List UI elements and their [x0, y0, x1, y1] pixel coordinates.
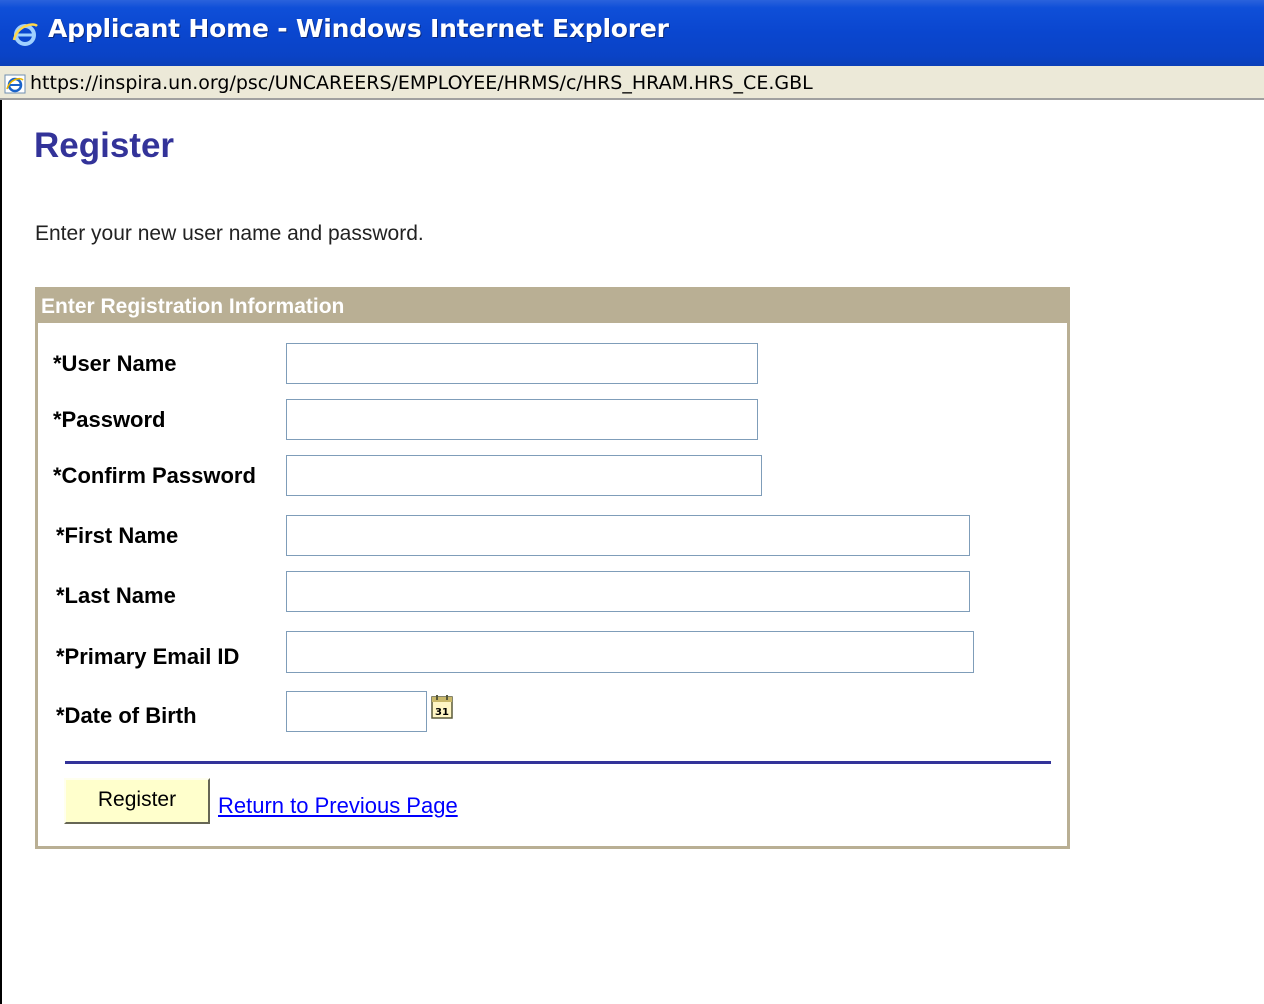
- section-divider: [65, 761, 1051, 764]
- instructions-text: Enter your new user name and password.: [35, 222, 424, 245]
- last-name-label: *Last Name: [56, 583, 176, 608]
- user-name-label: *User Name: [53, 351, 177, 376]
- confirm-password-label: *Confirm Password: [53, 463, 256, 488]
- register-button[interactable]: Register: [64, 778, 210, 824]
- calendar-day-text: 31: [435, 707, 449, 718]
- return-to-previous-page-link[interactable]: Return to Previous Page: [218, 793, 458, 819]
- first-name-label: *First Name: [56, 523, 179, 548]
- calendar-icon[interactable]: 31: [430, 693, 456, 721]
- address-url[interactable]: https://inspira.un.org/psc/UNCAREERS/EMP…: [30, 72, 813, 94]
- window-title: Applicant Home - Windows Internet Explor…: [48, 14, 669, 43]
- registration-panel-title: Enter Registration Information: [41, 295, 345, 318]
- window-titlebar[interactable]: Applicant Home - Windows Internet Explor…: [0, 0, 1264, 66]
- date-of-birth-label: *Date of Birth: [56, 703, 197, 728]
- confirm-password-input[interactable]: [286, 455, 762, 496]
- ie-logo-icon: [12, 23, 38, 46]
- registration-panel-header: Enter Registration Information: [38, 290, 1067, 323]
- primary-email-label: *Primary Email ID: [56, 644, 240, 669]
- last-name-input[interactable]: [286, 571, 970, 612]
- ie-page-icon: [4, 74, 26, 94]
- page-title: Register: [34, 126, 175, 165]
- first-name-input[interactable]: [286, 515, 970, 556]
- date-of-birth-input[interactable]: [286, 691, 427, 732]
- primary-email-input[interactable]: [286, 631, 974, 673]
- password-label: *Password: [53, 407, 166, 432]
- password-input[interactable]: [286, 399, 758, 440]
- address-bar[interactable]: https://inspira.un.org/psc/UNCAREERS/EMP…: [0, 66, 1264, 100]
- user-name-input[interactable]: [286, 343, 758, 384]
